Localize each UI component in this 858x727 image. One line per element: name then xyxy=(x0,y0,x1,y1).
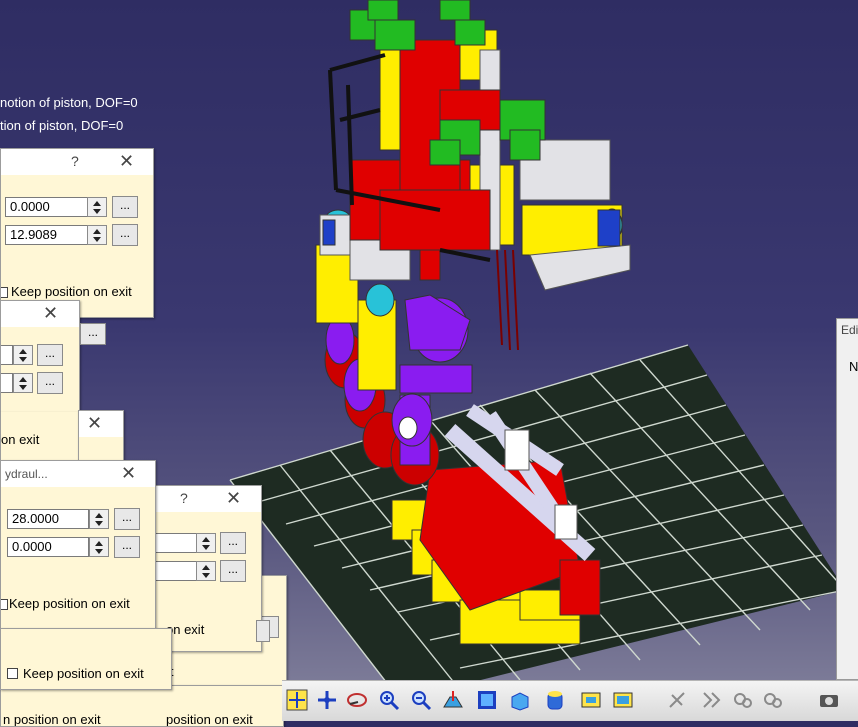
value-field-2[interactable] xyxy=(1,373,13,393)
command-dialog-7[interactable]: Keep position on exit xyxy=(0,628,172,690)
dialog-titlebar[interactable]: ydraul... ✕ xyxy=(1,461,155,487)
sim-icon[interactable] xyxy=(666,689,688,711)
keep-position-checkbox[interactable] xyxy=(7,668,18,679)
swap-icon[interactable] xyxy=(612,689,634,711)
command-dialog-5[interactable]: ydraul... ✕ 28.0000 ... 0.0000 ... Keep … xyxy=(0,460,156,630)
spinner-2[interactable] xyxy=(89,537,109,557)
value-field-1[interactable]: 28.0000 xyxy=(7,509,89,529)
spinner-1[interactable] xyxy=(196,533,216,553)
more-button-1[interactable]: ... xyxy=(37,344,63,366)
more-button-1[interactable]: ... xyxy=(112,196,138,218)
edit-panel[interactable]: Edi N xyxy=(836,318,858,680)
more-button-1[interactable]: ... xyxy=(114,508,140,530)
spinner-1[interactable] xyxy=(89,509,109,529)
tree-item-piston-2[interactable]: tion of piston, DOF=0 xyxy=(0,118,123,133)
view-toolbar xyxy=(282,680,858,721)
value-field-2[interactable] xyxy=(156,561,198,581)
close-icon[interactable]: ✕ xyxy=(43,303,58,324)
dialog-titlebar[interactable]: ✕ xyxy=(79,411,123,437)
rotate-icon[interactable] xyxy=(316,689,338,711)
capture-icon[interactable] xyxy=(818,689,840,711)
camera-icon[interactable] xyxy=(762,689,784,711)
value-field-2[interactable]: 12.9089 xyxy=(5,225,89,245)
more-button-2[interactable]: ... xyxy=(220,560,246,582)
pan-icon[interactable] xyxy=(286,689,308,711)
more-button-2[interactable]: ... xyxy=(37,372,63,394)
close-icon[interactable]: ✕ xyxy=(87,413,102,434)
value-field-1[interactable] xyxy=(156,533,198,553)
normal-view-icon[interactable] xyxy=(442,689,464,711)
spinner-2[interactable] xyxy=(13,373,33,393)
keep-position-label: Keep position on exit xyxy=(23,666,144,681)
next-icon[interactable] xyxy=(700,689,722,711)
edges-icon[interactable] xyxy=(544,689,566,711)
value-field-1[interactable]: 0.0000 xyxy=(5,197,89,217)
more-button-2[interactable]: ... xyxy=(114,536,140,558)
value-field-1[interactable] xyxy=(1,345,13,365)
camera-settings-icon[interactable] xyxy=(732,689,754,711)
shading-icon[interactable] xyxy=(508,689,530,711)
dialog-titlebar[interactable]: ✕ xyxy=(1,301,79,327)
command-dialog-3[interactable]: on exit xyxy=(0,412,82,461)
keep-position-label: Keep position on exit xyxy=(9,596,130,611)
keep-position-checkbox[interactable] xyxy=(1,287,8,298)
more-button-partial[interactable] xyxy=(256,620,270,642)
spinner-2[interactable] xyxy=(87,225,107,245)
edit-panel-title: Edi xyxy=(841,323,858,337)
fly-icon[interactable] xyxy=(346,689,368,711)
dialog-titlebar[interactable]: ? ✕ xyxy=(156,486,261,512)
close-icon[interactable]: ✕ xyxy=(119,151,134,172)
tree-item-piston-1[interactable]: notion of piston, DOF=0 xyxy=(0,95,138,110)
command-dialog-9[interactable]: n position on exit position on exit xyxy=(0,685,284,727)
close-icon[interactable]: ✕ xyxy=(121,463,136,484)
dialog-titlebar[interactable]: ? ✕ xyxy=(1,149,153,175)
dialog-title: ydraul... xyxy=(5,467,48,481)
more-button-2[interactable]: ... xyxy=(112,224,138,246)
command-dialog-1[interactable]: ? ✕ 0.0000 ... 12.9089 ... Keep position… xyxy=(0,148,154,318)
keep-position-checkbox[interactable] xyxy=(1,599,8,610)
more-button-1[interactable]: ... xyxy=(220,532,246,554)
help-icon[interactable]: ? xyxy=(180,490,188,506)
spinner-1[interactable] xyxy=(13,345,33,365)
edit-panel-label: N xyxy=(849,359,858,374)
zoom-out-icon[interactable] xyxy=(410,689,432,711)
keep-position-label: Keep position on exit xyxy=(11,284,132,299)
spinner-1[interactable] xyxy=(87,197,107,217)
close-icon[interactable]: ✕ xyxy=(226,488,241,509)
zoom-in-icon[interactable] xyxy=(378,689,400,711)
keep-position-label: on exit xyxy=(1,432,40,447)
help-icon[interactable]: ? xyxy=(71,153,79,169)
hide-show-icon[interactable] xyxy=(580,689,602,711)
spinner-2[interactable] xyxy=(196,561,216,581)
more-button-behind[interactable]: ... xyxy=(80,323,106,345)
command-dialog-6[interactable]: ? ✕ ... ... on exit xyxy=(155,485,262,652)
iso-view-icon[interactable] xyxy=(476,689,498,711)
value-field-2[interactable]: 0.0000 xyxy=(7,537,89,557)
